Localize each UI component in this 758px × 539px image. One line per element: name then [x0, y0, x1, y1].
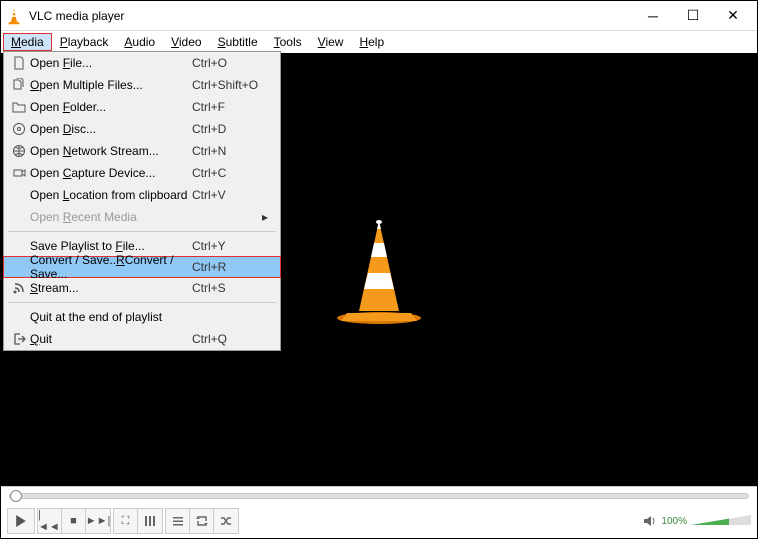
vlc-app-icon [5, 7, 23, 25]
play-button[interactable] [7, 508, 35, 534]
menu-item-open-disc[interactable]: Open Disc...Ctrl+D [4, 118, 280, 140]
menu-playback[interactable]: Playback [52, 33, 117, 51]
submenu-arrow-icon: ▸ [262, 210, 272, 224]
menu-item-label: Open Multiple Files... [30, 78, 192, 92]
menubar: MediaPlaybackAudioVideoSubtitleToolsView… [1, 31, 757, 53]
next-button[interactable]: ►►| [86, 509, 110, 533]
menu-item-shortcut: Ctrl+R [192, 260, 262, 274]
previous-button[interactable]: |◄◄ [38, 509, 62, 533]
menu-item-shortcut: Ctrl+V [192, 188, 262, 202]
stream-icon [8, 281, 30, 295]
menu-item-label: Save Playlist to File... [30, 239, 192, 253]
menu-item-shortcut: Ctrl+Shift+O [192, 78, 262, 92]
media-menu-dropdown: Open File...Ctrl+OOpen Multiple Files...… [3, 51, 281, 351]
menu-view[interactable]: View [310, 33, 352, 51]
menu-item-label: Convert / Save..RConvert / Save... [30, 253, 192, 281]
menu-item-open-location-from-clipboard[interactable]: Open Location from clipboardCtrl+V [4, 184, 280, 206]
menu-item-shortcut: Ctrl+C [192, 166, 262, 180]
network-icon [8, 144, 30, 158]
menu-item-open-multiple-files[interactable]: Open Multiple Files...Ctrl+Shift+O [4, 74, 280, 96]
volume-control[interactable]: 100% [643, 515, 751, 527]
menu-item-shortcut: Ctrl+F [192, 100, 262, 114]
capture-icon [8, 166, 30, 180]
menu-item-shortcut: Ctrl+S [192, 281, 262, 295]
menu-item-label: Open File... [30, 56, 192, 70]
menu-item-label: Open Network Stream... [30, 144, 192, 158]
menu-item-label: Quit [30, 332, 192, 346]
maximize-button[interactable]: ☐ [673, 2, 713, 30]
files-icon [8, 78, 30, 92]
speaker-icon [643, 515, 657, 527]
menu-item-label: Open Location from clipboard [30, 188, 192, 202]
loop-button[interactable] [190, 509, 214, 533]
folder-icon [8, 100, 30, 114]
fullscreen-button[interactable]: ⛶ [114, 509, 138, 533]
volume-slider[interactable] [691, 515, 751, 527]
menu-item-open-recent-media: Open Recent Media ▸ [4, 206, 280, 228]
window-title: VLC media player [29, 9, 633, 23]
menu-item-shortcut: Ctrl+N [192, 144, 262, 158]
playlist-button[interactable] [166, 509, 190, 533]
menu-separator [8, 231, 276, 232]
shuffle-button[interactable] [214, 509, 238, 533]
minimize-button[interactable]: ─ [633, 2, 673, 30]
menu-item-shortcut: Ctrl+O [192, 56, 262, 70]
menu-item-label: Quit at the end of playlist [30, 310, 192, 324]
menu-item-quit-at-the-end-of-playlist[interactable]: Quit at the end of playlist [4, 306, 280, 328]
close-button[interactable]: ✕ [713, 2, 753, 30]
disc-icon [8, 122, 30, 136]
menu-separator [8, 302, 276, 303]
quit-icon [8, 332, 30, 346]
seek-bar[interactable] [1, 487, 757, 505]
menu-video[interactable]: Video [163, 33, 209, 51]
menu-item-shortcut: Ctrl+Y [192, 239, 262, 253]
menu-item-label: Stream... [30, 281, 192, 295]
menu-item-label: Open Recent Media [30, 210, 192, 224]
menu-item-open-file[interactable]: Open File...Ctrl+O [4, 52, 280, 74]
controls-panel: |◄◄ ■ ►►| ⛶ 100% [1, 486, 757, 538]
menu-item-shortcut: Ctrl+Q [192, 332, 262, 346]
menu-item-label: Open Disc... [30, 122, 192, 136]
menu-media[interactable]: Media [3, 33, 52, 51]
stop-button[interactable]: ■ [62, 509, 86, 533]
vlc-cone-logo [329, 215, 429, 325]
menu-item-quit[interactable]: QuitCtrl+Q [4, 328, 280, 350]
menu-item-label: Open Capture Device... [30, 166, 192, 180]
menu-item-stream[interactable]: Stream...Ctrl+S [4, 277, 280, 299]
menu-audio[interactable]: Audio [116, 33, 163, 51]
menu-subtitle[interactable]: Subtitle [210, 33, 266, 51]
menu-item-convert-save[interactable]: Convert / Save..RConvert / Save...Ctrl+R [3, 256, 281, 278]
menu-item-shortcut: Ctrl+D [192, 122, 262, 136]
menu-item-open-folder[interactable]: Open Folder...Ctrl+F [4, 96, 280, 118]
menu-item-open-capture-device[interactable]: Open Capture Device...Ctrl+C [4, 162, 280, 184]
extended-settings-button[interactable] [138, 509, 162, 533]
file-icon [8, 56, 30, 70]
menu-tools[interactable]: Tools [266, 33, 310, 51]
menu-item-open-network-stream[interactable]: Open Network Stream...Ctrl+N [4, 140, 280, 162]
menu-item-label: Open Folder... [30, 100, 192, 114]
titlebar: VLC media player ─ ☐ ✕ [1, 1, 757, 31]
seek-thumb[interactable] [10, 490, 22, 502]
menu-help[interactable]: Help [351, 33, 392, 51]
volume-percent: 100% [661, 516, 687, 527]
